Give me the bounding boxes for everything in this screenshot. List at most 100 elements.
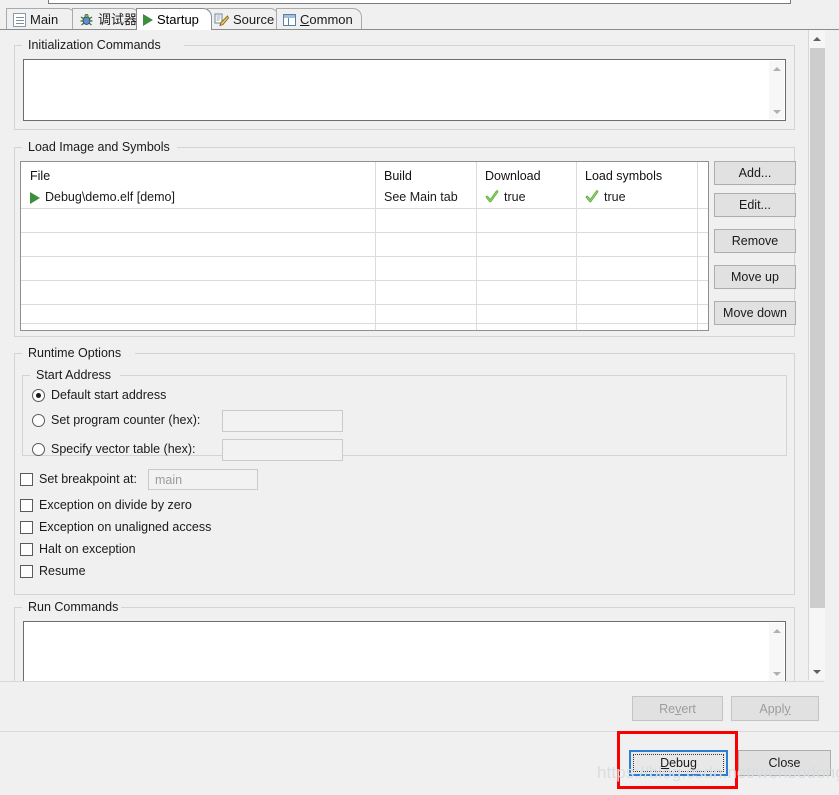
initialization-commands-label: Initialization Commands [25,38,164,52]
checkbox-icon[interactable] [20,542,33,556]
close-button[interactable]: Close [738,750,831,776]
initialization-commands-scrollbar[interactable] [769,61,784,119]
checkbox-exception-on-unaligned-access[interactable]: Exception on unaligned access [20,520,211,534]
group-frame-top-left [22,375,30,376]
apply-button-label: Apply [759,701,791,716]
row-separator [21,208,708,209]
radio-button-icon[interactable] [32,442,45,456]
tab-main-label: Main [30,12,59,27]
group-frame-top-right [120,607,795,608]
remove-button[interactable]: Remove [714,229,796,253]
breakpoint-location-input[interactable]: main [148,469,258,490]
radio-specify-vector-table-label: Specify vector table (hex): [51,442,196,456]
vector-table-input[interactable] [222,439,343,461]
move-down-button[interactable]: Move down [714,301,796,325]
tab-common[interactable]: Common [276,8,362,30]
checkbox-icon[interactable] [20,472,33,486]
scroll-up-icon[interactable] [769,623,784,638]
tab-main[interactable]: Main [6,8,76,30]
checkbox-halt-on-exception[interactable]: Halt on exception [20,542,136,556]
row-separator [21,323,708,324]
table-cell-download: true [485,189,526,205]
tab-common-label: Common [300,12,353,27]
table-header-download[interactable]: Download [485,168,541,184]
group-frame-top-left [14,353,22,354]
footer-mid-separator [0,731,839,732]
radio-set-program-counter-label: Set program counter (hex): [51,413,201,427]
revert-button-label: Revert [659,701,696,716]
row-separator [21,256,708,257]
scroll-up-button[interactable] [809,30,825,47]
table-icon [283,13,296,26]
radio-set-program-counter[interactable]: Set program counter (hex): [32,413,200,427]
tab-startup[interactable]: Startup [136,8,212,30]
checkbox-resume[interactable]: Resume [20,564,86,578]
tab-common-label-rest: ommon [309,12,353,27]
load-image-table[interactable]: File Build Download Load symbols Debug\d… [20,161,709,331]
tab-startup-label: Startup [157,12,199,27]
move-up-button[interactable]: Move up [714,265,796,289]
checkbox-icon[interactable] [20,564,33,578]
partial-text-field-above [48,0,791,4]
radio-specify-vector-table[interactable]: Specify vector table (hex): [32,442,196,456]
run-commands-group: Run Commands [14,600,795,690]
tab-debugger-label: 调试器 [98,12,138,27]
debug-configuration-dialog: Main 调试器 Startup Source Common Initializ… [0,0,839,795]
table-cell-download-value: true [504,190,526,204]
tab-source[interactable]: Source [207,8,279,30]
scroll-down-icon[interactable] [769,104,784,119]
radio-button-icon[interactable] [32,413,45,427]
dialog-footer: Revert Apply Debug Close [0,681,839,795]
scroll-up-icon[interactable] [769,61,784,76]
checkbox-exception-on-unaligned-access-label: Exception on unaligned access [39,520,212,534]
checkbox-icon[interactable] [20,498,33,512]
checkbox-exception-on-divide-by-zero-label: Exception on divide by zero [39,498,192,512]
footer-top-separator [0,681,824,682]
scroll-down-icon[interactable] [769,666,784,681]
run-commands-input[interactable] [23,621,786,683]
tab-debugger[interactable]: 调试器 [72,8,140,30]
row-separator [21,280,708,281]
bug-icon [79,13,94,27]
load-image-and-symbols-label: Load Image and Symbols [25,140,173,154]
table-header-file[interactable]: File [30,168,50,184]
initialization-commands-input[interactable] [23,59,786,121]
program-counter-input[interactable] [222,410,343,432]
table-header-load-symbols[interactable]: Load symbols [585,168,662,184]
startup-tab-content: Initialization Commands Load Image and S… [0,30,824,690]
checkbox-set-breakpoint-at-label: Set breakpoint at: [39,472,137,486]
table-cell-load-symbols: true [585,189,626,205]
revert-button[interactable]: Revert [632,696,723,721]
scroll-down-button[interactable] [809,663,825,680]
table-cell-build: See Main tab [384,190,458,204]
group-frame-top-left [14,147,22,148]
checkbox-halt-on-exception-label: Halt on exception [39,542,136,556]
group-frame-top-right [177,147,795,148]
table-cell-load-symbols-value: true [604,190,626,204]
content-vertical-scrollbar[interactable] [808,30,825,680]
radio-default-start-address[interactable]: Default start address [32,388,166,402]
source-edit-icon [214,13,230,27]
group-frame-top-right [120,375,787,376]
add-button[interactable]: Add... [714,161,796,185]
load-image-and-symbols-group: Load Image and Symbols File Build Downlo… [14,140,796,337]
edit-button[interactable]: Edit... [714,193,796,217]
checkbox-icon[interactable] [20,520,33,534]
group-frame-top-right [184,45,795,46]
radio-default-start-address-label: Default start address [51,388,167,402]
checkbox-resume-label: Resume [39,564,86,578]
debug-button[interactable]: Debug [629,750,728,776]
row-separator [21,232,708,233]
scrollbar-thumb[interactable] [810,48,825,608]
run-commands-scrollbar[interactable] [769,623,784,681]
table-header-build[interactable]: Build [384,168,412,184]
initialization-commands-group: Initialization Commands [14,38,795,130]
checkbox-exception-on-divide-by-zero[interactable]: Exception on divide by zero [20,498,192,512]
start-address-label: Start Address [33,368,115,382]
start-address-group: Start Address Default start address Set … [22,368,787,461]
group-frame-top-left [14,45,22,46]
radio-button-icon[interactable] [32,388,45,402]
checkbox-set-breakpoint-at[interactable]: Set breakpoint at: [20,472,137,486]
table-row[interactable]: Debug\demo.elf [demo] [30,189,175,205]
apply-button[interactable]: Apply [731,696,819,721]
